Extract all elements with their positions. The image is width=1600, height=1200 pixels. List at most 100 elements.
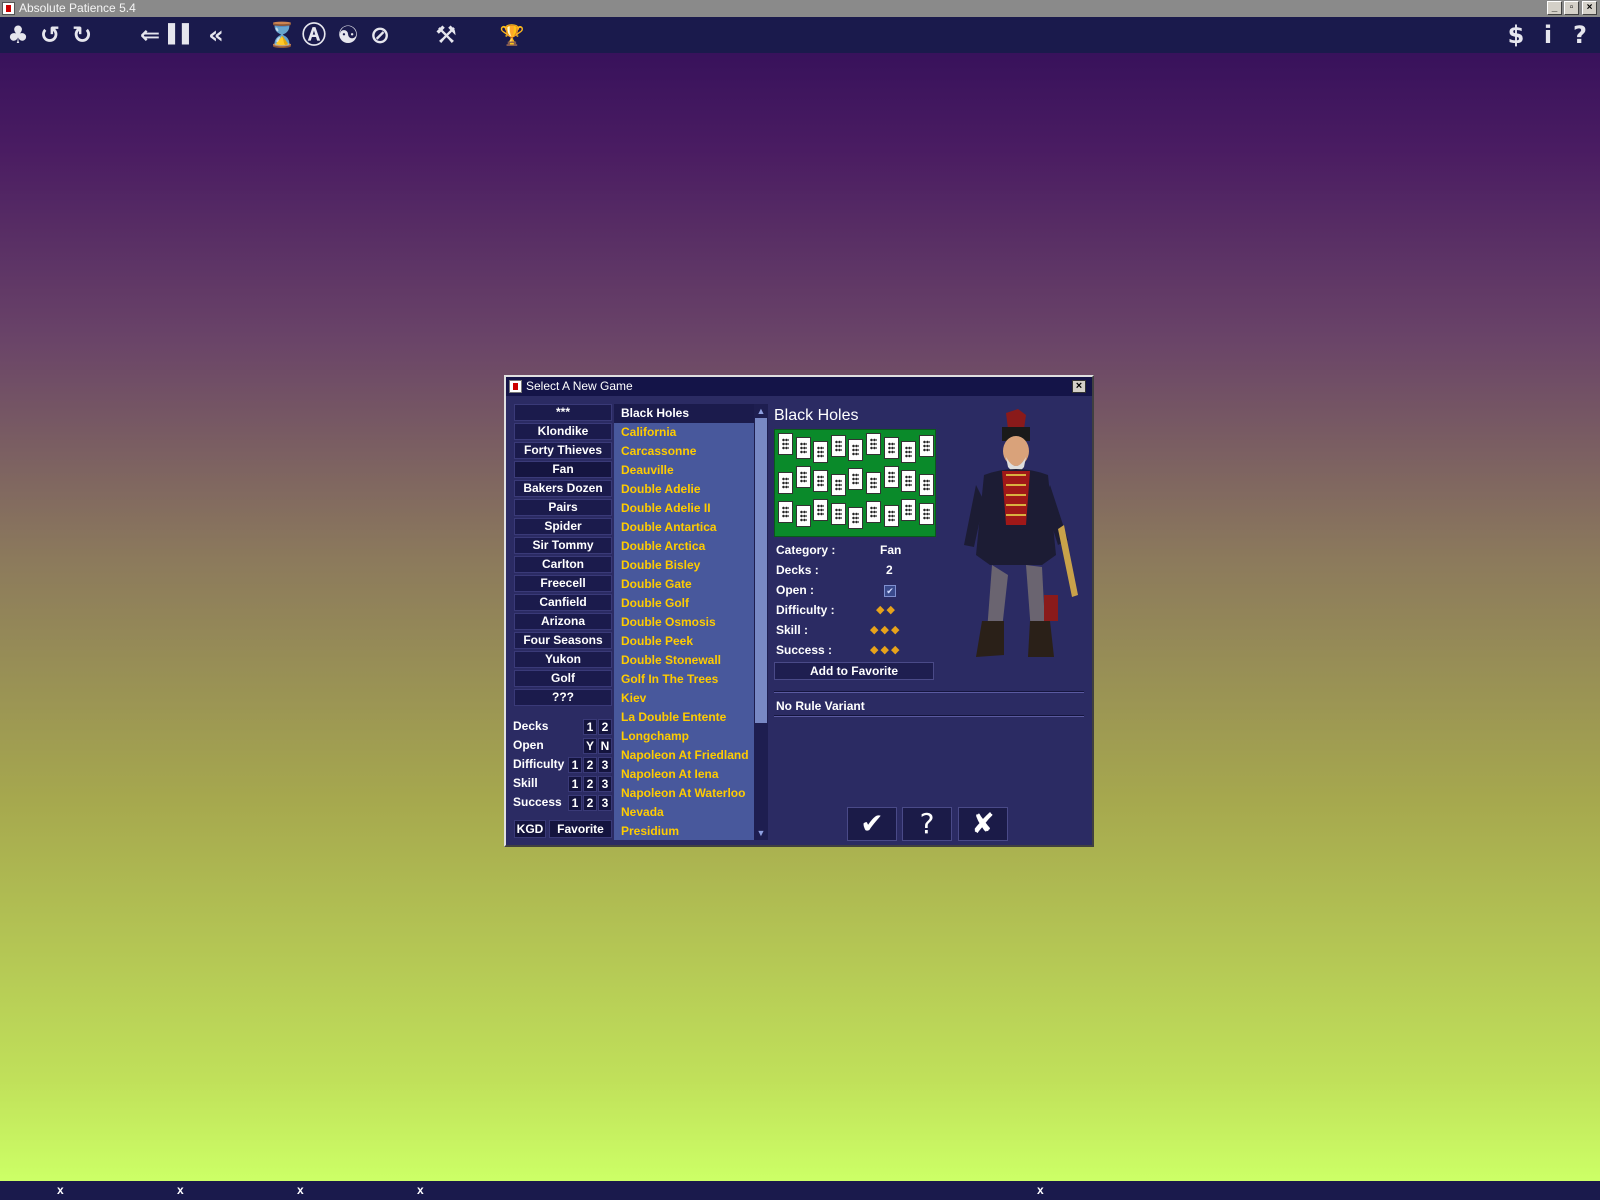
game-list-item[interactable]: California	[614, 423, 754, 442]
filter-skill-1[interactable]: 1	[568, 776, 582, 792]
game-list-item[interactable]: Presidium	[614, 822, 754, 840]
category-item[interactable]: Sir Tommy	[514, 537, 612, 554]
dialog-close-button[interactable]: ×	[1072, 380, 1086, 393]
game-list-item[interactable]: Carcassonne	[614, 442, 754, 461]
category-item[interactable]: Golf	[514, 670, 612, 687]
preview-card	[883, 505, 899, 527]
game-list-item[interactable]: Kiev	[614, 689, 754, 708]
ok-button[interactable]: ✔	[847, 807, 897, 841]
scroll-up-icon[interactable]: ▲	[754, 404, 768, 418]
category-item[interactable]: Arizona	[514, 613, 612, 630]
maximize-button[interactable]: ▫	[1564, 1, 1579, 15]
category-item[interactable]: Four Seasons	[514, 632, 612, 649]
game-list-item[interactable]: Napoleon At Iena	[614, 765, 754, 784]
filter-open-yes[interactable]: Y	[583, 738, 597, 754]
favorite-filter-button[interactable]: Favorite	[549, 820, 612, 838]
filter-difficulty-3[interactable]: 3	[598, 757, 612, 773]
dollar-icon[interactable]: $	[1500, 19, 1532, 51]
skill-rating: ◆ ◆ ◆	[870, 623, 901, 636]
redo-icon[interactable]: ↻	[66, 19, 98, 51]
filter-skill-2[interactable]: 2	[583, 776, 597, 792]
game-list-item[interactable]: Napoleon At Friedland	[614, 746, 754, 765]
hourglass-icon[interactable]: ⌛	[266, 19, 298, 51]
skill-label: Skill :	[776, 623, 809, 637]
category-item[interactable]: ???	[514, 689, 612, 706]
filter-decks-2[interactable]: 2	[598, 719, 612, 735]
category-item[interactable]: Spider	[514, 518, 612, 535]
game-list-item[interactable]: Double Golf	[614, 594, 754, 613]
category-label: Category :	[776, 543, 836, 557]
filter-skill: Skill 1 2 3	[513, 775, 613, 793]
preview-card	[848, 507, 864, 529]
game-list-item[interactable]: Double Bisley	[614, 556, 754, 575]
cancel-button[interactable]: ✘	[958, 807, 1008, 841]
new-game-icon[interactable]: ♣	[2, 19, 34, 51]
category-item[interactable]: Freecell	[514, 575, 612, 592]
category-item[interactable]: Bakers Dozen	[514, 480, 612, 497]
app-icon	[2, 2, 15, 15]
game-list-item[interactable]: Double Gate	[614, 575, 754, 594]
kgd-button[interactable]: KGD	[514, 820, 546, 838]
preview-card	[866, 433, 881, 455]
help-button[interactable]: ?	[902, 807, 952, 841]
category-item[interactable]: ***	[514, 404, 612, 421]
scroll-thumb[interactable]	[755, 418, 767, 723]
rating-diamond-icon: ◆	[886, 604, 895, 616]
filter-success-3[interactable]: 3	[598, 795, 612, 811]
game-list-item[interactable]: Longchamp	[614, 727, 754, 746]
info-icon[interactable]: i	[1532, 19, 1564, 51]
close-button[interactable]: ×	[1582, 1, 1597, 15]
game-list-item[interactable]: La Double Entente	[614, 708, 754, 727]
filter-decks: Decks 1 2	[513, 718, 613, 736]
game-list-item[interactable]: Deauville	[614, 461, 754, 480]
open-checkbox: ✔	[884, 585, 896, 597]
category-item[interactable]: Canfield	[514, 594, 612, 611]
game-list-item[interactable]: Black Holes	[614, 404, 754, 423]
category-item[interactable]: Carlton	[514, 556, 612, 573]
undo-icon[interactable]: ↺	[34, 19, 66, 51]
stop-icon[interactable]: ⊘	[364, 19, 396, 51]
trophy-icon[interactable]: 🏆	[496, 19, 528, 51]
auto-play-icon[interactable]: Ⓐ	[298, 19, 330, 51]
rewind-icon[interactable]: «	[200, 19, 232, 51]
category-item[interactable]: Pairs	[514, 499, 612, 516]
filter-success-label: Success	[513, 795, 562, 809]
tools-icon[interactable]: ⚒	[430, 19, 462, 51]
game-list-item[interactable]: Double Peek	[614, 632, 754, 651]
filter-skill-3[interactable]: 3	[598, 776, 612, 792]
yin-yang-icon[interactable]: ☯	[332, 19, 364, 51]
category-item[interactable]: Klondike	[514, 423, 612, 440]
filter-difficulty-2[interactable]: 2	[583, 757, 597, 773]
preview-card	[901, 470, 917, 492]
filter-difficulty-1[interactable]: 1	[568, 757, 582, 773]
game-list-item[interactable]: Double Adelie	[614, 480, 754, 499]
preview-card	[813, 499, 829, 521]
title-bar: Absolute Patience 5.4 _ ▫ ×	[0, 0, 1600, 17]
pause-icon[interactable]: ▌▌	[166, 19, 198, 51]
back-arrow-icon[interactable]: ⇐	[134, 19, 166, 51]
filter-decks-1[interactable]: 1	[583, 719, 597, 735]
game-list-item[interactable]: Double Arctica	[614, 537, 754, 556]
filter-success-2[interactable]: 2	[583, 795, 597, 811]
filter-open-no[interactable]: N	[598, 738, 612, 754]
game-list-item[interactable]: Golf In The Trees	[614, 670, 754, 689]
game-list-item[interactable]: Nevada	[614, 803, 754, 822]
separator	[774, 715, 1084, 717]
preview-card	[918, 435, 934, 457]
minimize-button[interactable]: _	[1547, 1, 1562, 15]
game-list-item[interactable]: Double Adelie II	[614, 499, 754, 518]
filter-success-1[interactable]: 1	[568, 795, 582, 811]
category-item[interactable]: Fan	[514, 461, 612, 478]
status-bar: x x x x x	[0, 1181, 1600, 1200]
category-item[interactable]: Yukon	[514, 651, 612, 668]
game-detail-title: Black Holes	[774, 407, 859, 424]
game-list-scrollbar[interactable]: ▲ ▼	[754, 404, 768, 840]
help-icon[interactable]: ?	[1564, 19, 1596, 51]
add-to-favorite-button[interactable]: Add to Favorite	[774, 662, 934, 680]
category-item[interactable]: Forty Thieves	[514, 442, 612, 459]
game-list-item[interactable]: Double Antartica	[614, 518, 754, 537]
scroll-down-icon[interactable]: ▼	[754, 826, 768, 840]
game-list-item[interactable]: Double Stonewall	[614, 651, 754, 670]
game-list-item[interactable]: Napoleon At Waterloo	[614, 784, 754, 803]
game-list-item[interactable]: Double Osmosis	[614, 613, 754, 632]
